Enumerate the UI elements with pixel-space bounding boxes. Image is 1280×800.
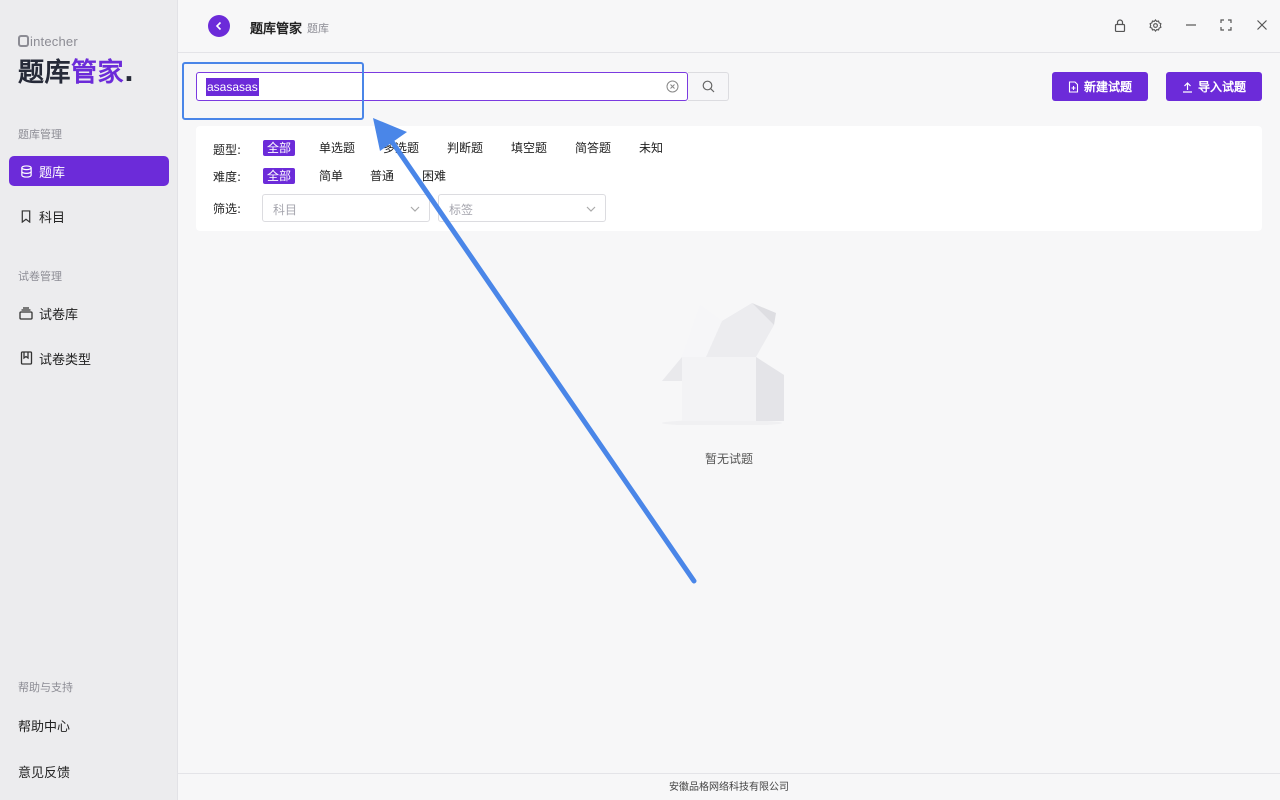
search-input-value: asasasas bbox=[206, 78, 259, 96]
difficulty-option-hard[interactable]: 困难 bbox=[422, 168, 446, 184]
empty-state-text: 暂无试题 bbox=[704, 452, 753, 466]
sidebar-item-paper-type[interactable]: 试卷类型 bbox=[9, 343, 169, 373]
maximize-icon[interactable] bbox=[1219, 18, 1233, 32]
section-label-help: 帮助与支持 bbox=[18, 681, 73, 694]
type-option-all[interactable]: 全部 bbox=[263, 140, 296, 156]
file-plus-icon bbox=[1068, 80, 1079, 93]
search-input[interactable]: asasasas bbox=[196, 72, 688, 101]
minimize-icon[interactable] bbox=[1184, 18, 1198, 32]
difficulty-option-all[interactable]: 全部 bbox=[263, 168, 296, 184]
sidebar-item-label: 题库 bbox=[39, 165, 66, 181]
search-button[interactable] bbox=[688, 72, 729, 101]
clear-icon[interactable] bbox=[666, 80, 679, 93]
back-button[interactable] bbox=[208, 15, 230, 37]
search-icon bbox=[702, 80, 714, 93]
section-label-question-bank: 题库管理 bbox=[18, 128, 62, 141]
difficulty-filter-label: 难度: bbox=[213, 170, 242, 184]
footer: 安徽品格网络科技有限公司 bbox=[178, 773, 1280, 800]
sidebar-item-paper-bank[interactable]: 试卷库 bbox=[9, 298, 169, 328]
sidebar-item-question-bank[interactable]: 题库 bbox=[9, 156, 169, 186]
gear-icon[interactable] bbox=[1148, 18, 1162, 32]
type-option-short-answer[interactable]: 简答题 bbox=[575, 140, 611, 156]
section-label-paper: 试卷管理 bbox=[18, 270, 62, 283]
subject-select-placeholder: 科目 bbox=[273, 203, 298, 217]
sidebar: intecher 题库管家. 题库管理 题库 科目 试卷管理 试卷库 试卷类型 … bbox=[0, 0, 178, 800]
empty-box-illustration bbox=[662, 303, 784, 425]
close-icon[interactable] bbox=[1255, 18, 1269, 32]
upload-icon bbox=[1182, 81, 1192, 93]
lock-icon[interactable] bbox=[1113, 18, 1127, 32]
sidebar-item-label: 试卷库 bbox=[39, 307, 79, 323]
brand-logo: 题库管家. bbox=[18, 58, 135, 88]
page-title: 题库管家 bbox=[250, 22, 303, 37]
chevron-down-icon bbox=[410, 206, 420, 212]
layers-icon bbox=[19, 306, 33, 320]
import-question-button[interactable]: 导入试题 bbox=[1166, 72, 1262, 101]
subject-select[interactable]: 科目 bbox=[262, 194, 430, 222]
page-subtitle: 题库 bbox=[307, 22, 329, 35]
type-option-unknown[interactable]: 未知 bbox=[639, 140, 663, 156]
screen-filter-label: 筛选: bbox=[213, 202, 242, 216]
tag-select[interactable]: 标签 bbox=[438, 194, 606, 222]
difficulty-option-normal[interactable]: 普通 bbox=[370, 168, 394, 184]
feedback-link[interactable]: 意见反馈 bbox=[18, 762, 70, 781]
type-option-judge[interactable]: 判断题 bbox=[447, 140, 483, 156]
sidebar-item-subject[interactable]: 科目 bbox=[9, 201, 169, 231]
brand-small-logo: intecher bbox=[18, 34, 78, 49]
difficulty-option-easy[interactable]: 简单 bbox=[319, 168, 343, 184]
sidebar-item-label: 科目 bbox=[39, 210, 66, 226]
chevron-down-icon bbox=[586, 206, 596, 212]
type-filter-label: 题型: bbox=[213, 143, 242, 157]
database-icon bbox=[19, 164, 33, 178]
type-option-single[interactable]: 单选题 bbox=[319, 140, 355, 156]
bookmark-icon bbox=[19, 209, 33, 223]
header: 题库管家 题库 bbox=[178, 0, 1280, 53]
help-center-link[interactable]: 帮助中心 bbox=[18, 716, 70, 735]
filter-panel: 题型: 全部 单选题 多选题 判断题 填空题 简答题 未知 难度: 全部 简单 … bbox=[196, 126, 1262, 231]
chevron-left-icon bbox=[215, 21, 222, 31]
book-icon bbox=[19, 351, 33, 365]
type-option-fill[interactable]: 填空题 bbox=[511, 140, 547, 156]
sidebar-item-label: 试卷类型 bbox=[39, 352, 92, 368]
annotation-arrow bbox=[373, 118, 697, 584]
new-question-button[interactable]: 新建试题 bbox=[1052, 72, 1148, 101]
type-option-multi[interactable]: 多选题 bbox=[383, 140, 419, 156]
tag-select-placeholder: 标签 bbox=[449, 203, 474, 217]
